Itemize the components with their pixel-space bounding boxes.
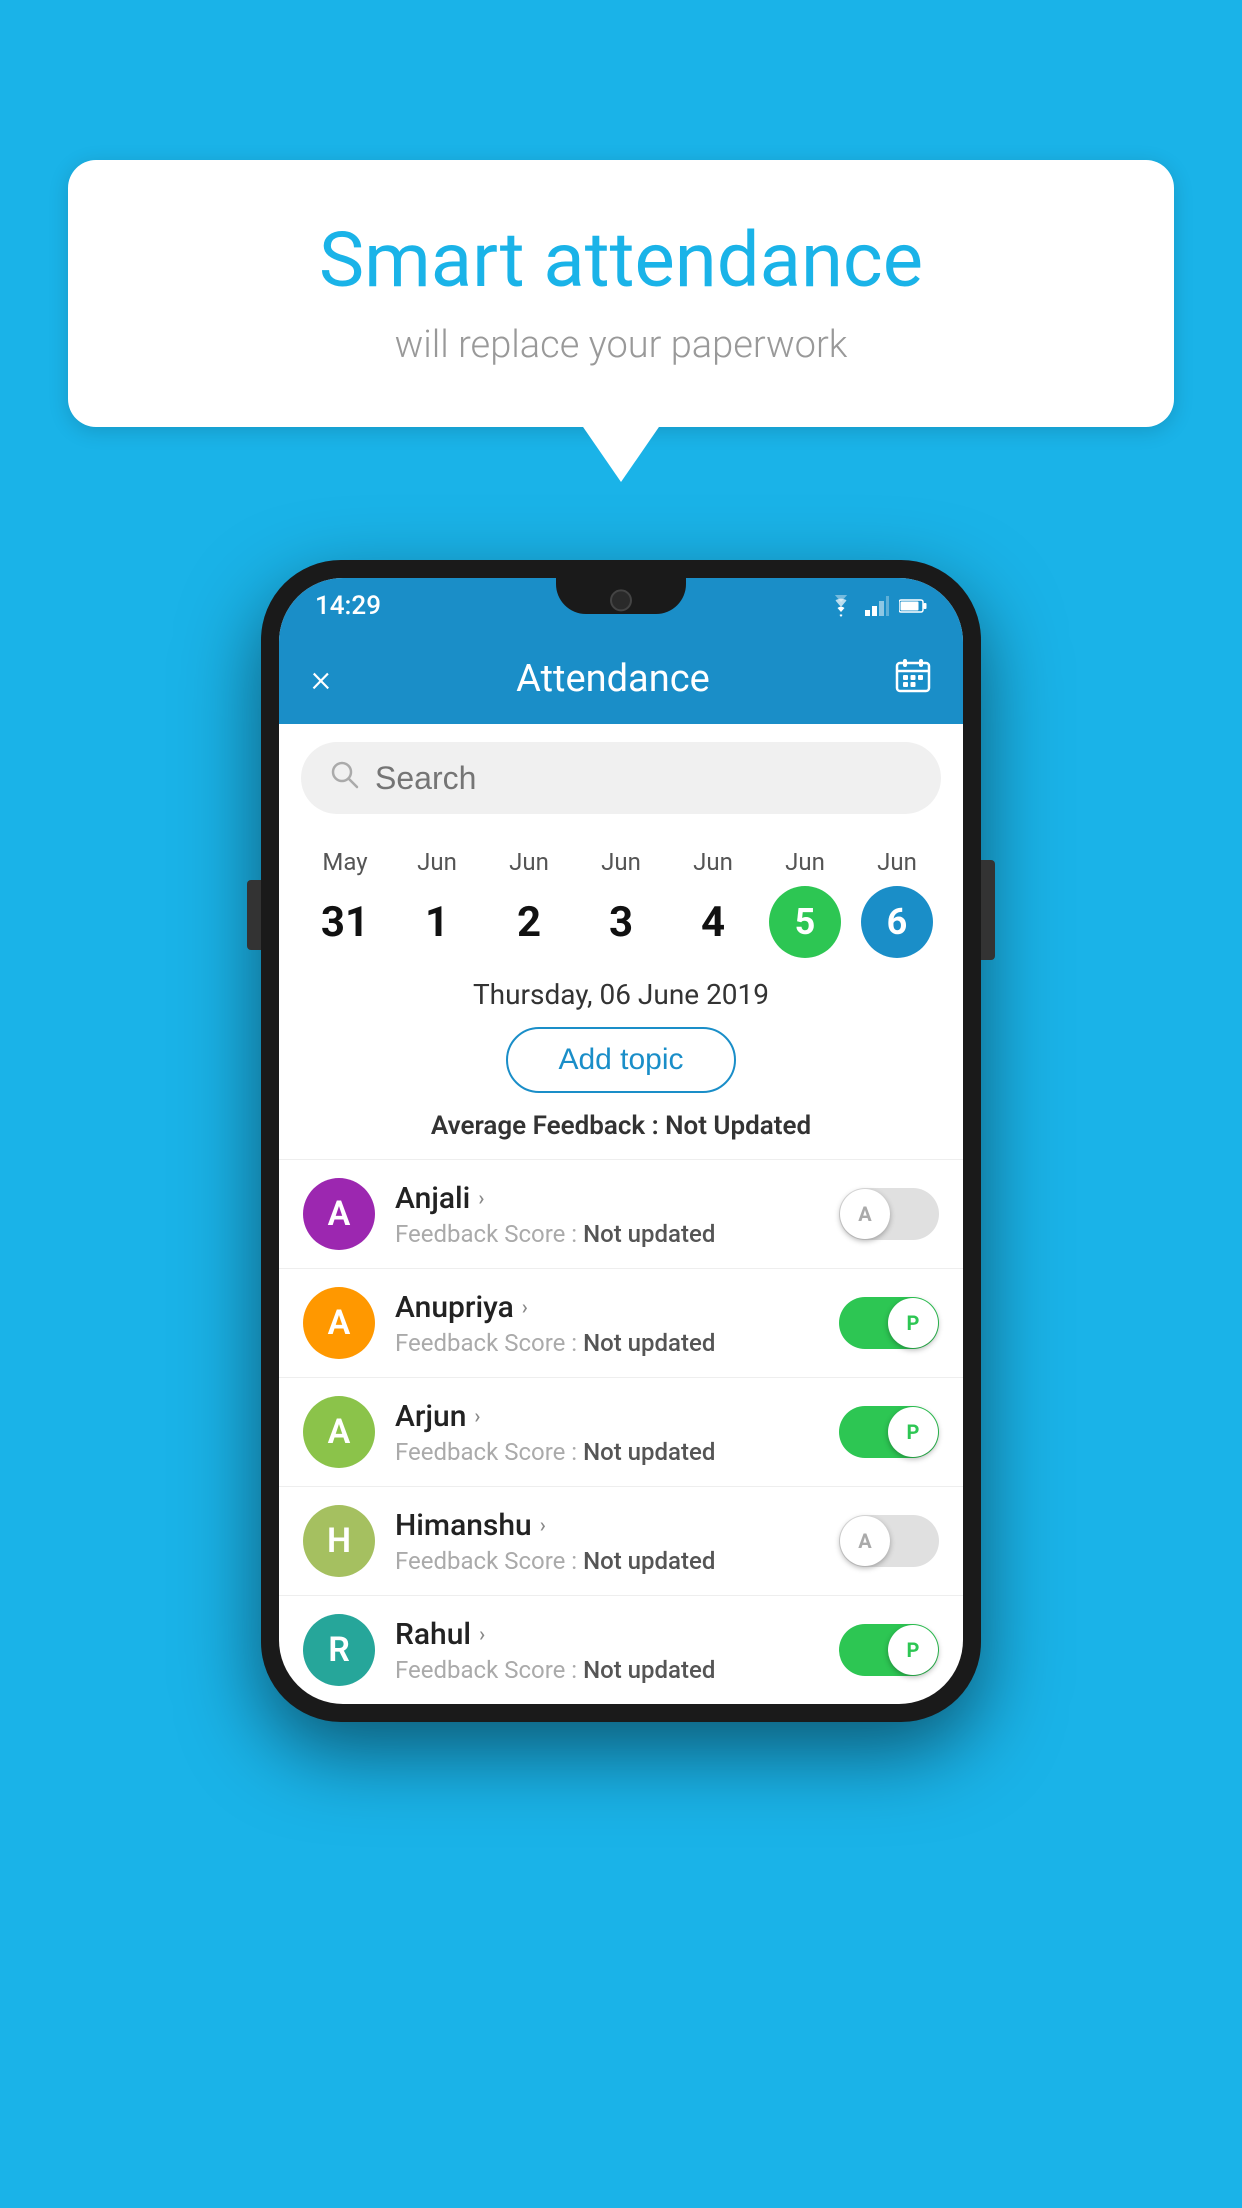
avg-feedback-value: Not Updated [665,1111,811,1141]
student-name: Rahul › [395,1617,819,1652]
student-avatar: R [303,1614,375,1686]
chevron-icon: › [474,1404,480,1428]
toggle-knob: A [840,1516,890,1566]
calendar-day[interactable]: Jun 2 [489,848,569,958]
wifi-icon [827,595,855,617]
cal-num: 2 [493,886,565,958]
student-feedback: Feedback Score : Not updated [395,1656,819,1684]
cal-month: Jun [417,848,457,876]
toggle-knob: A [840,1189,890,1239]
student-feedback: Feedback Score : Not updated [395,1329,819,1357]
cal-month: Jun [601,848,641,876]
student-name: Himanshu › [395,1508,819,1543]
avg-feedback: Average Feedback : Not Updated [279,1111,963,1141]
cal-num: 6 [861,886,933,958]
attendance-toggle[interactable]: P [839,1406,939,1458]
avg-feedback-label: Average Feedback : [431,1111,659,1141]
feedback-value: Not updated [583,1220,715,1248]
student-name: Anupriya › [395,1290,819,1325]
cal-num: 4 [677,886,749,958]
calendar-day[interactable]: Jun 1 [397,848,477,958]
add-topic-button[interactable]: Add topic [506,1027,735,1093]
close-button[interactable]: × [311,657,331,701]
student-info: Anupriya › Feedback Score : Not updated [395,1290,819,1357]
chevron-icon: › [478,1186,484,1210]
student-feedback: Feedback Score : Not updated [395,1220,819,1248]
status-icons [827,595,927,617]
chevron-icon: › [540,1513,546,1537]
date-label: Thursday, 06 June 2019 [279,978,963,1011]
student-info: Rahul › Feedback Score : Not updated [395,1617,819,1684]
bubble-title: Smart attendance [128,215,1114,305]
notch-camera [610,589,632,611]
student-item[interactable]: A Anjali › Feedback Score : Not updated … [279,1159,963,1268]
student-avatar: A [303,1396,375,1468]
calendar-day[interactable]: Jun 4 [673,848,753,958]
app-header: × Attendance [279,634,963,724]
cal-num: 31 [309,886,381,958]
phone-outer: 14:29 [261,560,981,1722]
feedback-value: Not updated [583,1656,715,1684]
student-item[interactable]: A Anupriya › Feedback Score : Not update… [279,1268,963,1377]
bubble-subtitle: will replace your paperwork [128,323,1114,367]
cal-num: 1 [401,886,473,958]
chevron-icon: › [479,1622,485,1646]
student-feedback: Feedback Score : Not updated [395,1438,819,1466]
student-name: Arjun › [395,1399,819,1434]
attendance-toggle[interactable]: P [839,1297,939,1349]
cal-month: May [322,848,367,876]
student-item[interactable]: H Himanshu › Feedback Score : Not update… [279,1486,963,1595]
search-icon [329,759,359,797]
toggle-knob: P [888,1298,938,1348]
search-input[interactable] [375,760,913,797]
attendance-toggle[interactable]: A [839,1515,939,1567]
calendar-day[interactable]: Jun 3 [581,848,661,958]
header-title: Attendance [516,657,710,701]
speech-bubble: Smart attendance will replace your paper… [68,160,1174,427]
student-item[interactable]: A Arjun › Feedback Score : Not updated P [279,1377,963,1486]
calendar-day[interactable]: May 31 [305,848,385,958]
attendance-toggle[interactable]: A [839,1188,939,1240]
cal-num: 3 [585,886,657,958]
toggle-knob: P [888,1407,938,1457]
student-name: Anjali › [395,1181,819,1216]
cal-month: Jun [693,848,733,876]
status-time: 14:29 [315,591,381,621]
calendar-day[interactable]: Jun 6 [857,848,937,958]
student-avatar: H [303,1505,375,1577]
cal-month: Jun [877,848,917,876]
chevron-icon: › [522,1295,528,1319]
signal-icon [865,596,889,616]
calendar-day[interactable]: Jun 5 [765,848,845,958]
cal-month: Jun [509,848,549,876]
student-info: Anjali › Feedback Score : Not updated [395,1181,819,1248]
student-avatar: A [303,1287,375,1359]
student-feedback: Feedback Score : Not updated [395,1547,819,1575]
calendar-row: May 31 Jun 1 Jun 2 Jun 3 Jun 4 Jun 5 Jun… [279,832,963,958]
feedback-value: Not updated [583,1547,715,1575]
student-info: Himanshu › Feedback Score : Not updated [395,1508,819,1575]
toggle-knob: P [888,1625,938,1675]
student-avatar: A [303,1178,375,1250]
battery-icon [899,598,927,614]
phone-mockup: 14:29 [261,560,981,1722]
cal-num: 5 [769,886,841,958]
feedback-value: Not updated [583,1438,715,1466]
search-bar[interactable] [301,742,941,814]
student-list: A Anjali › Feedback Score : Not updated … [279,1159,963,1704]
student-item[interactable]: R Rahul › Feedback Score : Not updated P [279,1595,963,1704]
notch [556,578,686,614]
phone-screen: 14:29 [279,578,963,1704]
student-info: Arjun › Feedback Score : Not updated [395,1399,819,1466]
attendance-toggle[interactable]: P [839,1624,939,1676]
cal-month: Jun [785,848,825,876]
calendar-icon[interactable] [895,657,931,701]
feedback-value: Not updated [583,1329,715,1357]
status-bar: 14:29 [279,578,963,634]
